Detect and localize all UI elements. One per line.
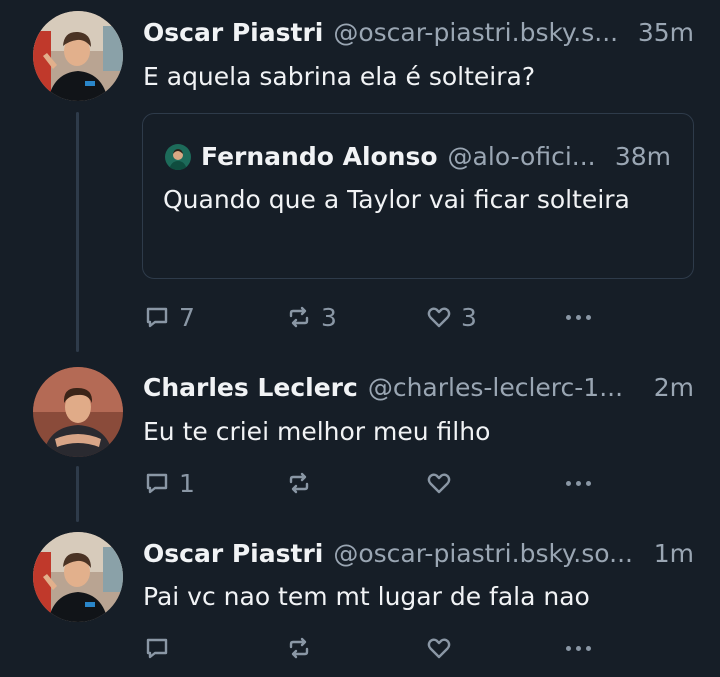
more-dot-icon — [576, 480, 581, 486]
quoted-author-name[interactable]: Fernando Alonso — [201, 142, 438, 171]
author-avatar[interactable] — [33, 532, 123, 622]
repost-button[interactable] — [285, 465, 321, 501]
post-time[interactable]: 35m — [638, 18, 694, 47]
post-text: Eu te criei melhor meu filho — [143, 417, 491, 446]
author-avatar[interactable] — [33, 11, 123, 101]
quoted-author-handle[interactable]: @alo-ofici... — [448, 142, 605, 171]
more-dot-icon — [576, 645, 581, 651]
reply-button[interactable]: 1 — [143, 465, 195, 501]
author-name[interactable]: Charles Leclerc — [143, 373, 358, 402]
like-button[interactable] — [425, 465, 461, 501]
post[interactable]: Oscar Piastri @oscar-piastri.bsky.s... 3… — [0, 0, 720, 345]
more-dot-icon — [586, 480, 591, 486]
heart-icon — [427, 638, 451, 659]
post-text: Pai vc nao tem mt lugar de fala nao — [143, 582, 590, 611]
quoted-post[interactable]: Fernando Alonso @alo-ofici... 38m Quando… — [142, 113, 694, 279]
repost-count: 3 — [321, 302, 337, 332]
reply-button[interactable]: 7 — [143, 299, 195, 335]
heart-icon — [427, 473, 451, 494]
post-header: Charles Leclerc @charles-leclerc-1... 2m — [143, 369, 694, 405]
author-handle[interactable]: @charles-leclerc-1... — [368, 373, 644, 402]
quoted-post-time[interactable]: 38m — [615, 142, 671, 171]
more-dot-icon — [566, 314, 571, 320]
repost-icon — [289, 637, 309, 659]
post-actions: 1 — [143, 465, 603, 501]
heart-icon — [427, 307, 451, 328]
post-text: E aquela sabrina ela é solteira? — [143, 62, 536, 91]
repost-icon — [289, 306, 309, 328]
reply-count: 7 — [179, 302, 195, 332]
more-dot-icon — [566, 480, 571, 486]
quoted-post-text: Quando que a Taylor vai ficar solteira — [163, 185, 630, 214]
post-header: Oscar Piastri @oscar-piastri.bsky.so... … — [143, 535, 694, 571]
more-options-button[interactable] — [566, 630, 596, 666]
reply-icon — [146, 473, 168, 494]
more-options-button[interactable] — [566, 465, 596, 501]
avatar-fernando-photo-icon — [165, 144, 191, 170]
more-options-button[interactable] — [566, 299, 596, 335]
reply-button[interactable] — [143, 630, 179, 666]
reply-icon — [146, 638, 168, 659]
post-time[interactable]: 1m — [654, 539, 694, 568]
post-actions: 7 3 3 — [143, 299, 603, 335]
post-actions — [143, 630, 603, 666]
repost-button[interactable] — [285, 630, 321, 666]
author-handle[interactable]: @oscar-piastri.bsky.so... — [333, 539, 643, 568]
author-name[interactable]: Oscar Piastri — [143, 539, 323, 568]
more-dot-icon — [586, 314, 591, 320]
repost-button[interactable]: 3 — [285, 299, 337, 335]
reply-count: 1 — [179, 468, 195, 498]
post[interactable]: Charles Leclerc @charles-leclerc-1... 2m… — [0, 345, 720, 510]
post-header: Oscar Piastri @oscar-piastri.bsky.s... 3… — [143, 14, 694, 50]
post-time[interactable]: 2m — [654, 373, 694, 402]
more-dot-icon — [566, 645, 571, 651]
like-button[interactable]: 3 — [425, 299, 477, 335]
avatar-oscar-photo-icon — [33, 11, 123, 101]
author-avatar[interactable] — [33, 367, 123, 457]
quoted-post-header: Fernando Alonso @alo-ofici... 38m — [201, 138, 671, 174]
quoted-author-avatar[interactable] — [165, 144, 191, 170]
avatar-charles-photo-icon — [33, 367, 123, 457]
avatar-oscar-photo-icon — [33, 532, 123, 622]
like-count: 3 — [461, 302, 477, 332]
like-button[interactable] — [425, 630, 461, 666]
more-dot-icon — [576, 314, 581, 320]
reply-icon — [146, 307, 168, 328]
more-dot-icon — [586, 645, 591, 651]
post[interactable]: Oscar Piastri @oscar-piastri.bsky.so... … — [0, 510, 720, 677]
author-name[interactable]: Oscar Piastri — [143, 18, 323, 47]
repost-icon — [289, 472, 309, 494]
author-handle[interactable]: @oscar-piastri.bsky.s... — [333, 18, 627, 47]
